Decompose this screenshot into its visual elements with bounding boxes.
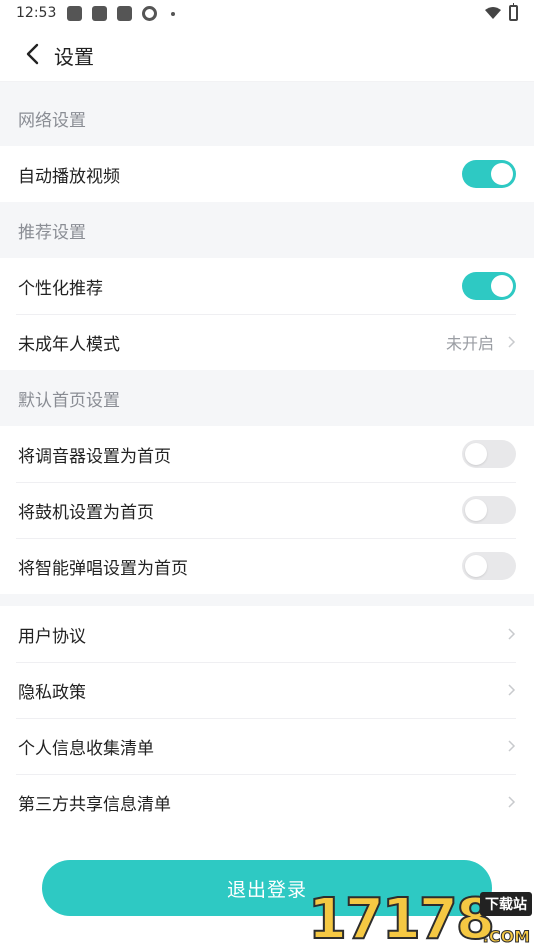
toggle-knob <box>465 555 487 577</box>
chevron-right-icon <box>508 336 516 348</box>
header: 设置 <box>0 28 534 82</box>
row-label: 将鼓机设置为首页 <box>18 502 154 523</box>
section-gap <box>0 594 534 606</box>
section-header-recommend: 推荐设置 <box>0 202 534 258</box>
row-label: 个人信息收集清单 <box>18 738 154 759</box>
watermark-suffix: .COM <box>482 927 530 947</box>
page-title: 设置 <box>54 45 94 69</box>
notification-icon <box>92 6 107 21</box>
row-label: 第三方共享信息清单 <box>18 794 171 815</box>
drum-home-toggle[interactable] <box>462 496 516 524</box>
row-tuner-home[interactable]: 将调音器设置为首页 <box>0 426 534 482</box>
aperture-icon <box>142 6 157 21</box>
chevron-right-icon <box>508 740 516 752</box>
section-title: 推荐设置 <box>18 222 86 243</box>
section-header-default-home: 默认首页设置 <box>0 370 534 426</box>
row-label: 自动播放视频 <box>18 166 120 187</box>
watermark-tag: 下载站 <box>480 892 532 916</box>
row-minor-mode[interactable]: 未成年人模式 未开启 <box>0 314 534 370</box>
row-autoplay-video[interactable]: 自动播放视频 <box>0 146 534 202</box>
toggle-knob <box>465 443 487 465</box>
battery-icon <box>509 3 518 21</box>
row-label: 将智能弹唱设置为首页 <box>18 558 188 579</box>
status-time: 12:53 <box>16 5 57 21</box>
row-privacy-policy[interactable]: 隐私政策 <box>0 662 534 718</box>
section-header-network: 网络设置 <box>0 82 534 146</box>
notification-icon <box>67 6 82 21</box>
row-third-party-list[interactable]: 第三方共享信息清单 <box>0 774 534 830</box>
status-bar: 12:53 <box>0 0 534 28</box>
toggle-knob <box>491 163 513 185</box>
chevron-right-icon <box>508 684 516 696</box>
chevron-right-icon <box>508 796 516 808</box>
toggle-knob <box>465 499 487 521</box>
row-label: 隐私政策 <box>18 682 86 703</box>
row-user-agreement[interactable]: 用户协议 <box>0 606 534 662</box>
site-watermark-logo: 17178 下载站 .COM <box>307 887 534 950</box>
notification-icon <box>117 6 132 21</box>
chevron-right-icon <box>508 628 516 640</box>
watermark-number: 17178 <box>307 887 496 950</box>
more-notifications-dot <box>171 12 175 16</box>
row-label: 个性化推荐 <box>18 278 103 299</box>
row-personal-info-list[interactable]: 个人信息收集清单 <box>0 718 534 774</box>
toggle-knob <box>491 275 513 297</box>
back-icon[interactable] <box>22 42 46 66</box>
autoplay-toggle[interactable] <box>462 160 516 188</box>
wifi-icon <box>485 7 501 19</box>
section-title: 默认首页设置 <box>18 390 120 411</box>
row-label: 用户协议 <box>18 626 86 647</box>
row-drum-home[interactable]: 将鼓机设置为首页 <box>0 482 534 538</box>
row-label: 未成年人模式 <box>18 334 120 355</box>
personalized-toggle[interactable] <box>462 272 516 300</box>
row-label: 将调音器设置为首页 <box>18 446 171 467</box>
tuner-home-toggle[interactable] <box>462 440 516 468</box>
sing-home-toggle[interactable] <box>462 552 516 580</box>
minor-mode-status: 未开启 <box>445 334 494 353</box>
section-title: 网络设置 <box>18 110 86 131</box>
row-sing-home[interactable]: 将智能弹唱设置为首页 <box>0 538 534 594</box>
row-personalized-recommend[interactable]: 个性化推荐 <box>0 258 534 314</box>
